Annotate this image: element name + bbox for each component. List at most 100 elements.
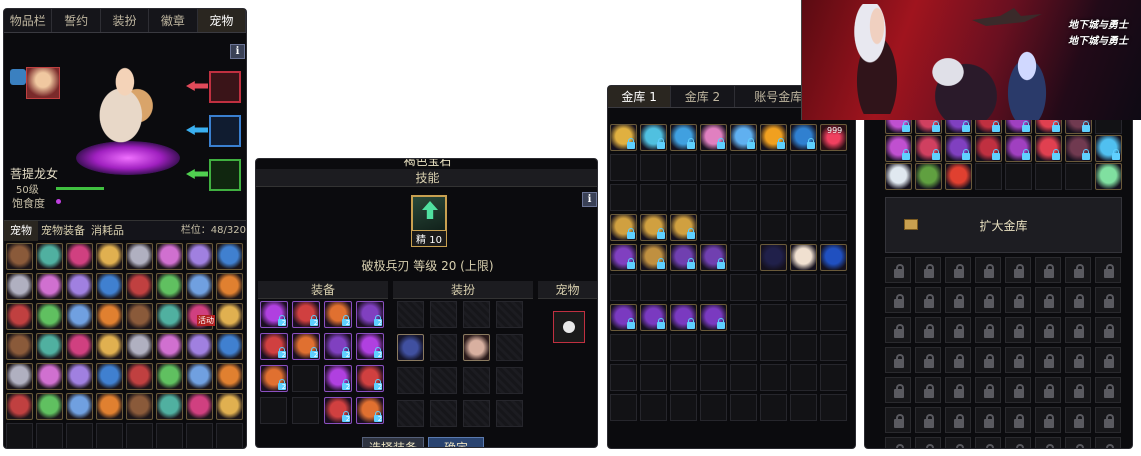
vault-item[interactable] [700,244,727,271]
vault-item[interactable] [700,124,727,151]
empty-slot[interactable] [186,423,213,448]
equipment-item[interactable]: 2 [324,365,352,392]
empty-slot[interactable] [496,400,523,427]
empty-slot[interactable] [700,334,727,361]
pet-equip-slot-special[interactable] [209,159,241,191]
empty-slot[interactable] [820,364,847,391]
empty-slot[interactable] [760,364,787,391]
empty-slot[interactable] [760,184,787,211]
empty-slot[interactable] [670,364,697,391]
pet-item[interactable] [156,393,183,420]
vault-item[interactable] [640,244,667,271]
empty-slot[interactable] [700,214,727,241]
empty-slot[interactable] [1005,163,1032,190]
empty-slot[interactable] [496,301,523,328]
pet-item[interactable] [186,363,213,390]
empty-slot[interactable] [790,394,817,421]
pet-item[interactable] [96,333,123,360]
vault-item[interactable] [1095,163,1122,190]
tab-avatar[interactable]: 装扮 [101,9,150,32]
pet-item[interactable] [6,363,33,390]
pet-item[interactable] [96,243,123,270]
pet-item[interactable] [96,363,123,390]
equipment-item[interactable]: 2 [260,365,288,392]
pet-item[interactable] [6,393,33,420]
subtab-consumable[interactable]: 消耗品 [88,221,127,241]
empty-slot[interactable] [790,154,817,181]
empty-slot[interactable] [397,367,424,394]
empty-slot[interactable] [975,163,1002,190]
empty-slot[interactable] [790,364,817,391]
equipment-item[interactable]: 2 [260,301,288,328]
empty-slot[interactable] [820,274,847,301]
pet-item[interactable] [126,333,153,360]
equipment-item[interactable]: 2 [292,333,320,360]
info-icon[interactable]: i [230,44,245,59]
settings-icon[interactable] [10,69,26,85]
equipment-item[interactable]: 2 [356,365,384,392]
avatar-item[interactable] [463,334,490,361]
vault-item[interactable] [670,304,697,331]
tab-pet[interactable]: 宠物 [197,9,246,32]
empty-slot[interactable] [730,244,757,271]
empty-slot[interactable] [700,364,727,391]
empty-slot[interactable] [292,397,319,424]
pet-item[interactable] [216,273,243,300]
pet-equip-slot-accessory[interactable] [209,115,241,147]
expand-vault-button[interactable]: 扩大金库 [885,197,1122,253]
empty-slot[interactable] [820,154,847,181]
empty-slot[interactable] [640,274,667,301]
pet-item[interactable] [66,363,93,390]
empty-slot[interactable] [610,274,637,301]
pet-item[interactable] [96,303,123,330]
tab-vault-2[interactable]: 金库 2 [671,86,735,107]
vault-item[interactable] [640,304,667,331]
empty-slot[interactable] [790,304,817,331]
empty-slot[interactable] [260,397,287,424]
empty-slot[interactable] [820,184,847,211]
empty-slot[interactable] [820,304,847,331]
empty-slot[interactable] [6,423,33,448]
empty-slot[interactable] [730,214,757,241]
pet-item[interactable] [156,243,183,270]
empty-slot[interactable] [790,334,817,361]
vault-item[interactable] [670,244,697,271]
pet-item[interactable] [126,303,153,330]
empty-slot[interactable] [292,365,319,392]
equipment-item[interactable]: 2 [292,301,320,328]
empty-slot[interactable] [640,364,667,391]
empty-slot[interactable] [1065,163,1092,190]
empty-slot[interactable] [610,364,637,391]
pet-item[interactable] [6,273,33,300]
empty-slot[interactable] [640,394,667,421]
vault-item[interactable] [1065,135,1092,162]
vault-item[interactable] [670,214,697,241]
pet-item[interactable] [186,243,213,270]
equipment-item[interactable]: 2 [324,397,352,424]
pet-item[interactable] [36,303,63,330]
vault-item[interactable] [640,124,667,151]
empty-slot[interactable] [430,367,457,394]
pet-item[interactable] [6,303,33,330]
pet-item[interactable] [216,243,243,270]
vault-item[interactable] [1035,135,1062,162]
vault-item[interactable] [885,163,912,190]
empty-slot[interactable] [397,400,424,427]
empty-slot[interactable] [216,423,243,448]
empty-slot[interactable] [463,301,490,328]
empty-slot[interactable] [730,184,757,211]
pet-item[interactable] [156,363,183,390]
empty-slot[interactable] [670,274,697,301]
empty-slot[interactable] [730,154,757,181]
vault-item[interactable] [640,214,667,241]
equipment-item[interactable]: 2 [324,333,352,360]
vault-item[interactable] [820,244,847,271]
empty-slot[interactable] [760,274,787,301]
empty-slot[interactable] [496,367,523,394]
pet-item[interactable] [6,333,33,360]
empty-slot[interactable] [36,423,63,448]
empty-slot[interactable] [790,274,817,301]
empty-slot[interactable] [730,304,757,331]
empty-slot[interactable] [760,154,787,181]
vault-item[interactable] [610,214,637,241]
